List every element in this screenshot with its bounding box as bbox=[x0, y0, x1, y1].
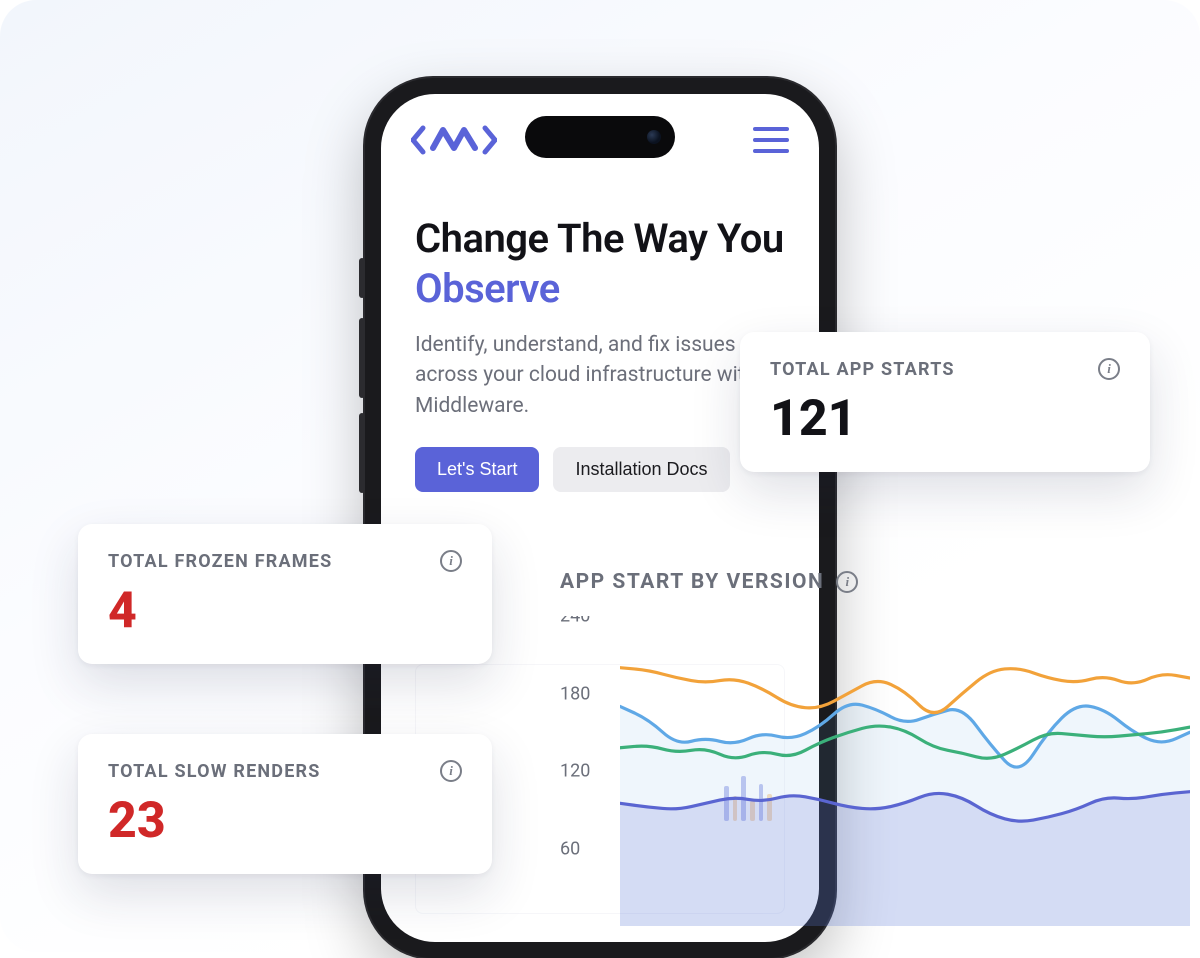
chart-title: APP START BY VERSION bbox=[560, 570, 824, 594]
chart-y-tick: 180 bbox=[560, 683, 590, 704]
card-value: 121 bbox=[770, 394, 1120, 444]
card-value: 4 bbox=[108, 586, 462, 636]
phone-side-button bbox=[359, 258, 365, 298]
card-label: TOTAL SLOW RENDERS bbox=[108, 761, 321, 782]
info-icon[interactable]: i bbox=[440, 550, 462, 572]
hamburger-menu-icon[interactable] bbox=[753, 127, 789, 153]
chart-box: 240 180 120 60 bbox=[560, 616, 1190, 926]
hero-heading-text: Change The Way You bbox=[415, 215, 784, 262]
hero-button-row: Let's Start Installation Docs bbox=[415, 447, 785, 492]
chart-y-tick: 240 bbox=[560, 616, 590, 627]
info-icon[interactable]: i bbox=[1098, 358, 1120, 380]
hero-canvas: Change The Way You Observe Identify, und… bbox=[0, 0, 1200, 952]
phone-side-button bbox=[359, 318, 365, 398]
card-total-app-starts: TOTAL APP STARTS i 121 bbox=[740, 332, 1150, 472]
chart-y-tick: 120 bbox=[560, 761, 590, 782]
phone-notch bbox=[525, 116, 675, 158]
chart-plot-area bbox=[620, 616, 1190, 926]
info-icon[interactable]: i bbox=[836, 571, 858, 593]
installation-docs-button[interactable]: Installation Docs bbox=[553, 447, 729, 492]
lets-start-button[interactable]: Let's Start bbox=[415, 447, 539, 492]
phone-side-button bbox=[359, 413, 365, 493]
hero-subheading: Identify, understand, and fix issues acr… bbox=[415, 330, 785, 421]
phone-hero: Change The Way You Observe Identify, und… bbox=[415, 214, 785, 492]
card-label: TOTAL FROZEN FRAMES bbox=[108, 551, 332, 572]
hero-heading-accent: Observe bbox=[415, 265, 560, 312]
card-label: TOTAL APP STARTS bbox=[770, 359, 955, 380]
phone-camera-icon bbox=[647, 130, 661, 144]
hero-heading: Change The Way You Observe bbox=[415, 214, 785, 314]
chart-y-tick: 60 bbox=[560, 838, 580, 859]
card-value: 23 bbox=[108, 796, 462, 846]
card-total-frozen-frames: TOTAL FROZEN FRAMES i 4 bbox=[78, 524, 492, 664]
card-total-slow-renders: TOTAL SLOW RENDERS i 23 bbox=[78, 734, 492, 874]
brand-logo-icon bbox=[411, 124, 497, 156]
chart-app-start-by-version: APP START BY VERSION i 240 180 120 60 bbox=[560, 570, 1200, 952]
info-icon[interactable]: i bbox=[440, 760, 462, 782]
chart-series bbox=[620, 616, 1190, 926]
chart-title-row: APP START BY VERSION i bbox=[560, 570, 1200, 594]
